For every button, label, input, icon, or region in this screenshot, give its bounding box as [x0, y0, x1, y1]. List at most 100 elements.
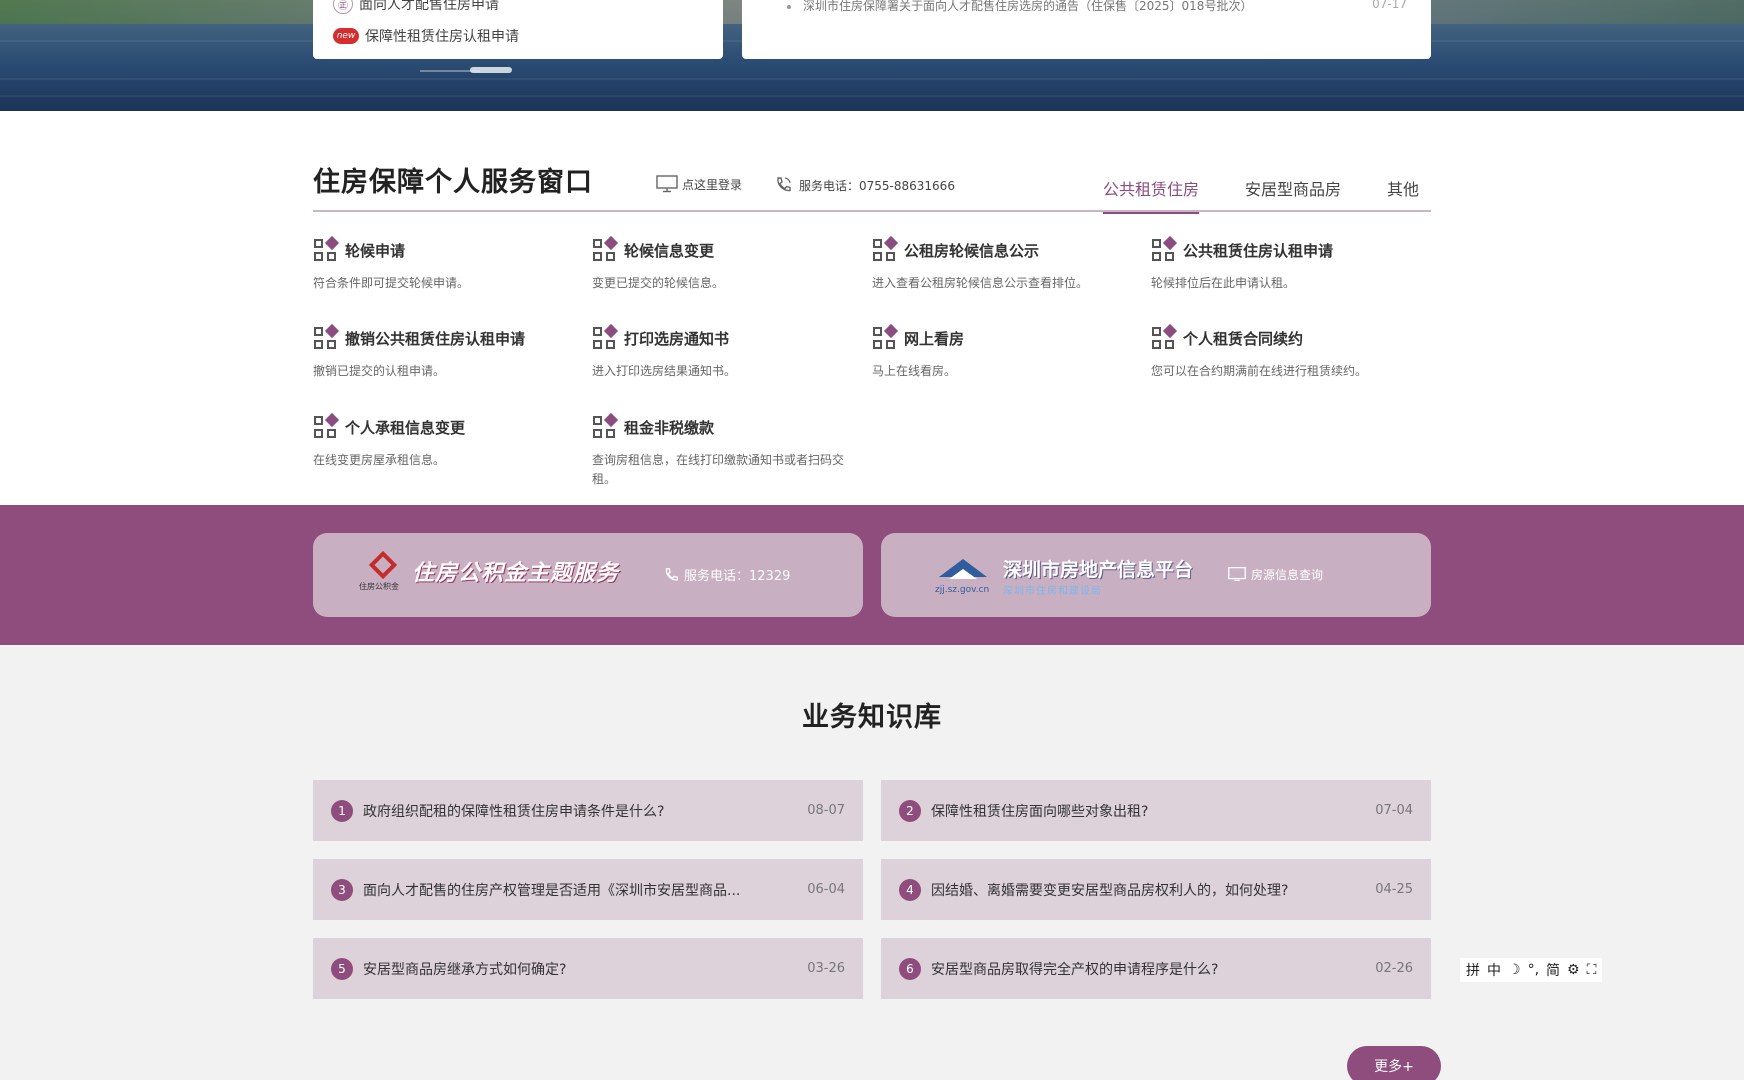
monitor-icon	[656, 175, 678, 193]
tab-affordable-housing[interactable]: 安居型商品房	[1245, 176, 1341, 212]
service-item[interactable]: 个人租赁合同续约 您可以在合约期满前在线进行租赁续约。	[1151, 323, 1431, 381]
service-item[interactable]: 个人承租信息变更 在线变更房屋承租信息。	[313, 412, 573, 470]
phone-label: 服务电话：0755-88631666	[799, 178, 955, 193]
kb-question-text: 政府组织配租的保障性租赁住房申请条件是什么?	[363, 803, 665, 820]
logo-domain: zjj.sz.gov.cn	[935, 585, 990, 595]
service-desc: 撤销已提交的认租申请。	[313, 364, 446, 378]
kb-number: 5	[331, 957, 353, 980]
service-band: 住房公积金 住房公积金主题服务 服务电话：12329 zjj.sz.gov.cn…	[0, 505, 1744, 645]
housing-fund-logo: 住房公积金	[359, 550, 409, 595]
housing-fund-title: 住房公积金主题服务	[412, 561, 620, 586]
grid-icon	[872, 323, 899, 350]
service-name: 公共租赁住房认租申请	[1183, 241, 1334, 260]
service-title: 住房保障个人服务窗口	[313, 167, 593, 198]
service-item[interactable]: 公租房轮候信息公示 进入查看公租房轮候信息公示查看排位。	[872, 235, 1132, 293]
service-name: 轮候信息变更	[624, 241, 715, 260]
talent-housing-link[interactable]: ㊣ 面向人才配售住房申请	[333, 0, 499, 14]
simplified-toggle[interactable]: 简	[1546, 960, 1560, 980]
housing-fund-card[interactable]: 住房公积金 住房公积金主题服务 服务电话：12329	[313, 533, 863, 617]
hero-wave	[0, 78, 1744, 80]
service-item[interactable]: 打印选房通知书 进入打印选房结果通知书。	[592, 323, 852, 381]
link-label: 面向人才配售住房申请	[359, 0, 499, 13]
service-name: 租金非税缴款	[624, 418, 715, 437]
login-label: 点这里登录	[682, 177, 743, 192]
grid-icon	[872, 235, 899, 262]
service-name: 个人承租信息变更	[345, 418, 466, 437]
kb-date: 07-04	[1375, 803, 1413, 818]
kb-date: 08-07	[807, 803, 845, 818]
service-desc: 马上在线看房。	[872, 364, 957, 378]
service-item[interactable]: 租金非税缴款 查询房租信息，在线打印缴款通知书或者扫码交租。	[592, 412, 852, 489]
fullscreen-icon[interactable]: ⛶	[1587, 962, 1597, 978]
service-item[interactable]: 公共租赁住房认租申请 轮候排位后在此申请认租。	[1151, 235, 1411, 293]
more-button[interactable]: 更多+	[1347, 1046, 1441, 1080]
real-estate-subtitle: 深圳市住房和建设局	[1003, 586, 1102, 597]
pinyin-icon[interactable]: 拼	[1466, 960, 1480, 980]
service-name: 网上看房	[904, 329, 965, 348]
query-label: 房源信息查询	[1251, 567, 1324, 582]
service-item[interactable]: 撤销公共租赁住房认租申请 撤销已提交的认租申请。	[313, 323, 573, 381]
hero-boat	[470, 67, 512, 73]
moon-icon[interactable]: ☽	[1508, 962, 1521, 978]
tab-public-rental[interactable]: 公共租赁住房	[1102, 176, 1199, 214]
notice-item[interactable]: 深圳市住房保障署关于面向人才配售住房选房的通告（住保售〔2025〕018号批次）…	[787, 0, 1407, 14]
service-name: 个人租赁合同续约	[1183, 329, 1304, 348]
kb-question[interactable]: 6 安居型商品房取得完全产权的申请程序是什么? 02-26	[881, 938, 1431, 999]
service-item[interactable]: 轮候申请 符合条件即可提交轮候申请。	[313, 235, 573, 293]
service-header: 住房保障个人服务窗口 点这里登录 服务电话：0755-88631666 公共租赁…	[313, 150, 1431, 214]
grid-icon	[592, 323, 619, 350]
kb-question-text: 安居型商品房继承方式如何确定?	[363, 961, 567, 978]
notice-card: 深圳市住房保障署关于面向人才配售住房选房的通告（住保售〔2025〕018号批次）…	[742, 0, 1431, 59]
service-name: 公租房轮候信息公示	[904, 241, 1040, 260]
real-estate-logo: zjj.sz.gov.cn	[935, 559, 993, 599]
service-desc: 进入打印选房结果通知书。	[592, 364, 737, 378]
kb-question[interactable]: 1 政府组织配租的保障性租赁住房申请条件是什么? 08-07	[313, 780, 863, 841]
hero-wave	[0, 95, 1744, 97]
diamond-icon	[368, 550, 398, 580]
kb-question[interactable]: 3 面向人才配售的住房产权管理是否适用《深圳市安居型商品... 06-04	[313, 859, 863, 920]
kb-number: 4	[899, 878, 921, 901]
quick-links-card: ㊣ 面向人才配售住房申请 new 保障性租赁住房认租申请	[313, 0, 723, 59]
hero-banner: ㊣ 面向人才配售住房申请 new 保障性租赁住房认租申请 深圳市住房保障署关于面…	[0, 0, 1744, 111]
kb-question-text: 面向人才配售的住房产权管理是否适用《深圳市安居型商品...	[363, 882, 741, 899]
login-link[interactable]: 点这里登录	[656, 175, 742, 193]
kb-question[interactable]: 4 因结婚、离婚需要变更安居型商品房权利人的，如何处理? 04-25	[881, 859, 1431, 920]
rental-apply-link[interactable]: new 保障性租赁住房认租申请	[333, 26, 519, 46]
badge-icon: ㊣	[333, 0, 353, 14]
service-desc: 变更已提交的轮候信息。	[592, 276, 725, 290]
kb-number: 1	[331, 799, 353, 822]
service-item[interactable]: 轮候信息变更 变更已提交的轮候信息。	[592, 235, 852, 293]
phone-label: 服务电话：12329	[684, 569, 791, 584]
real-estate-platform-card[interactable]: zjj.sz.gov.cn 深圳市房地产信息平台 深圳市住房和建设局 房源信息查…	[881, 533, 1431, 617]
knowledge-base: 业务知识库 1 政府组织配租的保障性租赁住房申请条件是什么? 08-07 2 保…	[0, 645, 1744, 1080]
grid-icon	[313, 412, 340, 439]
monitor-icon	[1228, 567, 1246, 581]
grid-icon	[313, 323, 340, 350]
kb-question[interactable]: 5 安居型商品房继承方式如何确定? 03-26	[313, 938, 863, 999]
service-desc: 在线变更房屋承租信息。	[313, 453, 446, 467]
grid-icon	[592, 235, 619, 262]
kb-question-text: 保障性租赁住房面向哪些对象出租?	[931, 803, 1149, 820]
phone-icon	[665, 567, 678, 581]
notice-date: 07-17	[1372, 0, 1407, 11]
link-label: 保障性租赁住房认租申请	[365, 29, 519, 45]
service-desc: 轮候排位后在此申请认租。	[1151, 276, 1296, 290]
service-desc: 符合条件即可提交轮候申请。	[313, 276, 470, 290]
tab-other[interactable]: 其他	[1387, 176, 1419, 212]
chinese-mode-toggle[interactable]: 中	[1487, 960, 1501, 980]
grid-icon	[1151, 235, 1178, 262]
grid-icon	[313, 235, 340, 262]
service-desc: 您可以在合约期满前在线进行租赁续约。	[1151, 364, 1368, 378]
grid-icon	[1151, 323, 1178, 350]
settings-icon[interactable]: ⚙	[1567, 962, 1580, 978]
kb-question-text: 安居型商品房取得完全产权的申请程序是什么?	[931, 961, 1219, 978]
kb-number: 2	[899, 799, 921, 822]
punctuation-toggle[interactable]: °,	[1528, 962, 1539, 978]
kb-question[interactable]: 2 保障性租赁住房面向哪些对象出租? 07-04	[881, 780, 1431, 841]
service-item[interactable]: 网上看房 马上在线看房。	[872, 323, 1132, 381]
phone-icon	[777, 177, 791, 192]
service-window: 住房保障个人服务窗口 点这里登录 服务电话：0755-88631666 公共租赁…	[313, 150, 1431, 486]
service-name: 打印选房通知书	[624, 329, 730, 348]
ime-toolbar: 拼 中 ☽ °, 简 ⚙ ⛶	[1460, 958, 1603, 982]
listing-query-link[interactable]: 房源信息查询	[1227, 565, 1323, 583]
